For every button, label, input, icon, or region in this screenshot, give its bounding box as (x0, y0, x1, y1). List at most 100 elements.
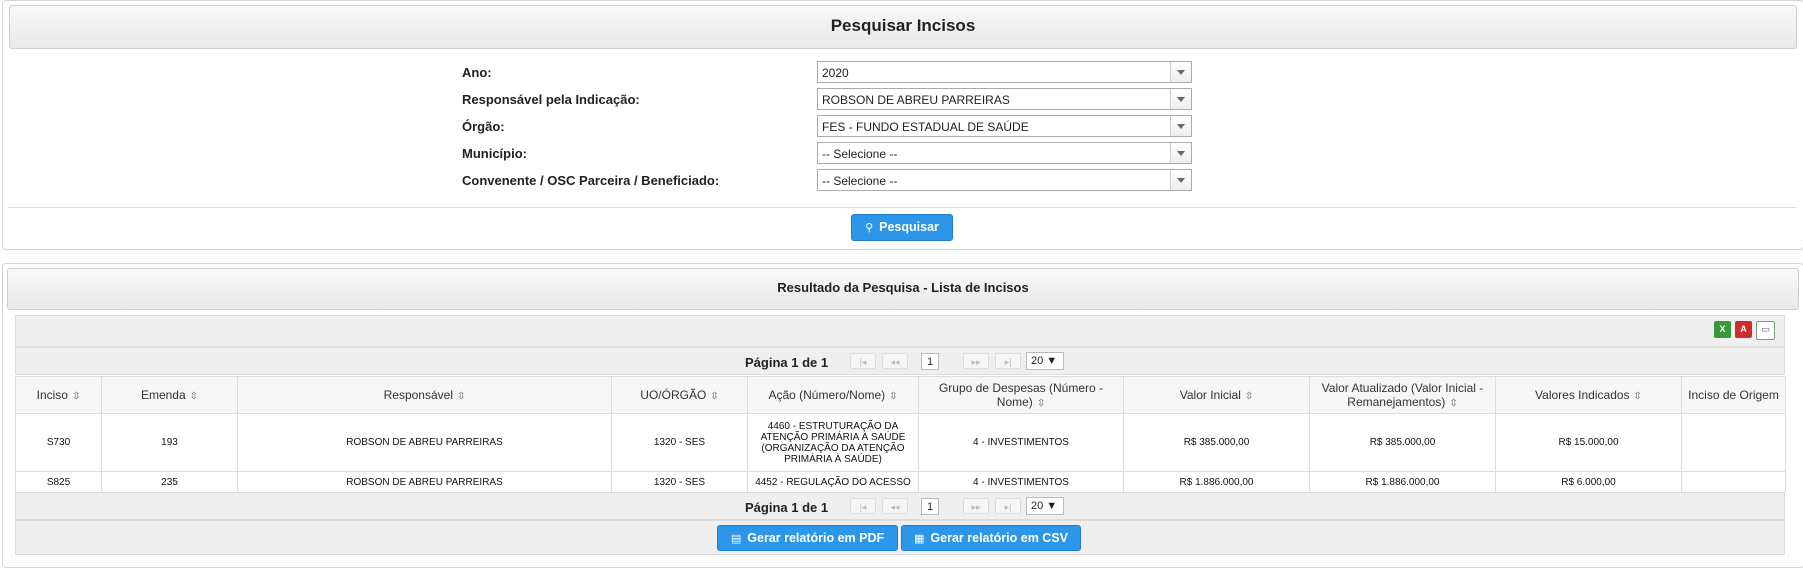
organ-row: Órgão: FES - FUNDO ESTADUAL DE SAÚDE (462, 115, 1192, 139)
prev-page-icon[interactable]: ◂◂ (882, 353, 908, 369)
table-row[interactable]: S825 235 ROBSON DE ABREU PARREIRAS 1320 … (15, 471, 1786, 493)
page-number-input[interactable]: 1 (921, 353, 939, 370)
municipality-select[interactable]: -- Selecione -- (817, 142, 1192, 164)
search-title: Pesquisar Incisos (830, 16, 976, 35)
column-header-acao[interactable]: Ação (Número/Nome) ⇳ (747, 376, 919, 414)
organ-label: Órgão: (462, 119, 505, 134)
cell-inciso: S730 (15, 413, 102, 472)
cell-inciso: S825 (15, 471, 102, 493)
year-value: 2020 (822, 66, 849, 80)
last-page-icon[interactable]: ▸| (995, 353, 1021, 369)
cell-responsavel: ROBSON DE ABREU PARREIRAS (237, 413, 612, 472)
pdf-icon[interactable]: A (1735, 321, 1752, 338)
search-icon: ⚲ (865, 222, 874, 234)
sort-icon[interactable]: ⇳ (1245, 391, 1253, 402)
cell-acao: 4452 - REGULAÇÃO DO ACESSO (747, 471, 919, 493)
search-panel-header: Pesquisar Incisos (9, 5, 1797, 49)
chevron-down-icon[interactable] (1170, 89, 1191, 109)
column-header-uo-orgao[interactable]: UO/ÓRGÃO ⇳ (611, 376, 748, 414)
csv-report-button[interactable]: ▦ Gerar relatório em CSV (901, 525, 1081, 551)
column-header-responsavel[interactable]: Responsável ⇳ (237, 376, 612, 414)
report-toolbar (15, 520, 1785, 555)
form-divider (8, 207, 1796, 208)
organ-value: FES - FUNDO ESTADUAL DE SAÚDE (822, 120, 1029, 134)
sort-icon[interactable]: ⇳ (72, 391, 80, 402)
bottom-pager: Página 1 de 1 |◂ ◂◂ 1 ▸▸ ▸| 20 ▼ (15, 492, 1785, 520)
results-title: Resultado da Pesquisa - Lista de Incisos (777, 280, 1029, 295)
beneficiary-select[interactable]: -- Selecione -- (817, 169, 1192, 191)
chevron-down-icon[interactable] (1170, 116, 1191, 136)
cell-valor-inicial: R$ 385.000,00 (1123, 413, 1310, 472)
year-label: Ano: (462, 65, 492, 80)
cell-emenda: 193 (101, 413, 238, 472)
chevron-down-icon[interactable] (1170, 62, 1191, 82)
sort-icon[interactable]: ⇳ (1449, 398, 1457, 409)
table-header-row: Inciso ⇳ Emenda ⇳ Responsável ⇳ UO/ÓRGÃO ⇳ A… (15, 376, 1786, 414)
first-page-icon[interactable]: |◂ (850, 353, 876, 369)
print-icon[interactable]: ▭ (1756, 321, 1775, 340)
column-header-valores-indicados[interactable]: Valores Indicados ⇳ (1495, 376, 1682, 414)
page-size-select[interactable]: 20 ▼ (1026, 352, 1064, 370)
column-header-inciso-origem[interactable]: Inciso de Origem (1681, 376, 1786, 414)
responsible-value: ROBSON DE ABREU PARREIRAS (822, 93, 1010, 107)
cell-valor-atualizado: R$ 1.886.000,00 (1309, 471, 1496, 493)
cell-acao: 4460 - ESTRUTURAÇÃO DA ATENÇÃO PRIMÁRIA … (747, 413, 919, 472)
next-page-icon[interactable]: ▸▸ (963, 353, 989, 369)
page-number-input[interactable]: 1 (921, 498, 939, 515)
export-toolbar (15, 315, 1785, 347)
cell-grupo-despesas: 4 - INVESTIMENTOS (918, 471, 1124, 493)
column-header-inciso[interactable]: Inciso ⇳ (15, 376, 102, 414)
municipality-label: Município: (462, 146, 527, 161)
results-table: Inciso ⇳ Emenda ⇳ Responsável ⇳ UO/ÓRGÃO ⇳ A… (15, 376, 1786, 493)
column-header-valor-inicial[interactable]: Valor Inicial ⇳ (1123, 376, 1310, 414)
sort-icon[interactable]: ⇳ (1634, 391, 1642, 402)
municipality-value: -- Selecione -- (822, 147, 898, 161)
cell-inciso-origem (1681, 413, 1786, 472)
cell-grupo-despesas: 4 - INVESTIMENTOS (918, 413, 1124, 472)
municipality-row: Município: -- Selecione -- (462, 142, 1192, 166)
next-page-icon[interactable]: ▸▸ (963, 498, 989, 514)
excel-icon[interactable]: X (1714, 321, 1731, 338)
cell-inciso-origem (1681, 471, 1786, 493)
beneficiary-row: Convenente / OSC Parceira / Beneficiado:… (462, 169, 1192, 193)
top-pager: Página 1 de 1 |◂ ◂◂ 1 ▸▸ ▸| 20 ▼ (15, 347, 1785, 375)
cell-valor-inicial: R$ 1.886.000,00 (1123, 471, 1310, 493)
search-button-label: Pesquisar (879, 220, 939, 234)
beneficiary-label: Convenente / OSC Parceira / Beneficiado: (462, 173, 720, 188)
page-info: Página 1 de 1 (745, 500, 829, 515)
chevron-down-icon[interactable] (1170, 170, 1191, 190)
cell-valores-indicados: R$ 6.000,00 (1495, 471, 1682, 493)
cell-valor-atualizado: R$ 385.000,00 (1309, 413, 1496, 472)
column-header-valor-atualizado[interactable]: Valor Atualizado (Valor Inicial - Remane… (1309, 376, 1496, 414)
column-header-grupo-despesas[interactable]: Grupo de Despesas (Número - Nome) ⇳ (918, 376, 1124, 414)
responsible-row: Responsável pela Indicação: ROBSON DE AB… (462, 88, 1192, 112)
cell-responsavel: ROBSON DE ABREU PARREIRAS (237, 471, 612, 493)
cell-valores-indicados: R$ 15.000,00 (1495, 413, 1682, 472)
cell-uo-orgao: 1320 - SES (611, 413, 748, 472)
prev-page-icon[interactable]: ◂◂ (882, 498, 908, 514)
cell-uo-orgao: 1320 - SES (611, 471, 748, 493)
sort-icon[interactable]: ⇳ (889, 391, 897, 402)
sort-icon[interactable]: ⇳ (457, 391, 465, 402)
table-row[interactable]: S730 193 ROBSON DE ABREU PARREIRAS 1320 … (15, 413, 1786, 472)
sort-icon[interactable]: ⇳ (190, 391, 198, 402)
page-size-select[interactable]: 20 ▼ (1026, 497, 1064, 515)
responsible-label: Responsável pela Indicação: (462, 92, 640, 107)
sort-icon[interactable]: ⇳ (710, 391, 718, 402)
page-info: Página 1 de 1 (745, 355, 829, 370)
chevron-down-icon[interactable] (1170, 143, 1191, 163)
pdf-report-button[interactable]: ▤ Gerar relatório em PDF (717, 525, 898, 551)
spreadsheet-icon: ▦ (914, 533, 925, 545)
responsible-select[interactable]: ROBSON DE ABREU PARREIRAS (817, 88, 1192, 110)
search-button[interactable]: ⚲ Pesquisar (851, 214, 953, 241)
csv-report-label: Gerar relatório em CSV (930, 531, 1068, 545)
column-header-emenda[interactable]: Emenda ⇳ (101, 376, 238, 414)
cell-emenda: 235 (101, 471, 238, 493)
document-icon: ▤ (730, 533, 742, 545)
sort-icon[interactable]: ⇳ (1037, 398, 1045, 409)
first-page-icon[interactable]: |◂ (850, 498, 876, 514)
year-select[interactable]: 2020 (817, 61, 1192, 83)
pdf-report-label: Gerar relatório em PDF (747, 531, 885, 545)
organ-select[interactable]: FES - FUNDO ESTADUAL DE SAÚDE (817, 115, 1192, 137)
last-page-icon[interactable]: ▸| (995, 498, 1021, 514)
